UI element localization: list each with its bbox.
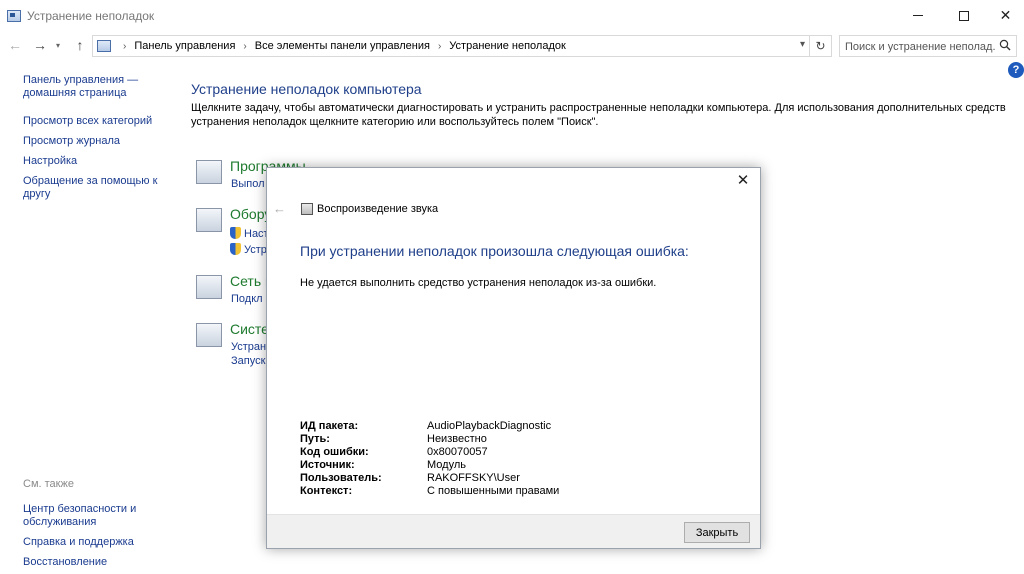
- detail-value: AudioPlaybackDiagnostic: [427, 420, 552, 432]
- breadcrumb-chevron-icon: ›: [123, 40, 127, 52]
- search-box[interactable]: [839, 35, 1017, 57]
- category-name[interactable]: Систе: [230, 321, 269, 337]
- breadcrumb-item-all-items[interactable]: Все элементы панели управления: [255, 40, 430, 52]
- uac-shield-icon: [230, 243, 241, 255]
- detail-row: Контекст: С повышенными правами: [300, 485, 740, 498]
- category-link[interactable]: Подкл: [231, 293, 263, 305]
- sidebar-item-history[interactable]: Просмотр журнала: [23, 135, 173, 148]
- category-link[interactable]: Устран: [231, 341, 266, 353]
- arrow-left-icon: ←: [8, 37, 22, 53]
- detail-key: Путь:: [300, 433, 330, 445]
- address-dropdown-icon[interactable]: ▾: [800, 39, 805, 50]
- close-button[interactable]: Закрыть: [684, 522, 750, 543]
- refresh-button[interactable]: ↻: [809, 36, 831, 56]
- dialog-close-button[interactable]: ✕: [734, 171, 752, 189]
- dialog-heading: При устранении неполадок произошла следу…: [300, 243, 689, 259]
- breadcrumb: › Панель управления › Все элементы панел…: [115, 40, 566, 52]
- detail-value: Неизвестно: [427, 433, 487, 445]
- help-icon: ?: [1012, 64, 1020, 76]
- arrow-up-icon: ↑: [76, 37, 84, 53]
- window-close-button[interactable]: ✕: [987, 0, 1024, 31]
- maximize-button[interactable]: [941, 0, 987, 31]
- help-button[interactable]: ?: [1008, 62, 1024, 78]
- sidebar-item-settings[interactable]: Настройка: [23, 155, 173, 168]
- detail-value: Модуль: [427, 459, 466, 471]
- page-description: Щелкните задачу, чтобы автоматически диа…: [191, 102, 1006, 128]
- detail-key: ИД пакета:: [300, 420, 359, 432]
- see-also: См. также Центр безопасности и обслужива…: [23, 478, 183, 574]
- minimize-icon: [913, 15, 923, 16]
- detail-row: Пользователь: RAKOFFSKY\User: [300, 472, 740, 485]
- category-link[interactable]: Запуск: [231, 355, 265, 367]
- category-link[interactable]: Наст: [230, 227, 269, 240]
- detail-key: Код ошибки:: [300, 446, 369, 458]
- close-icon: ✕: [736, 172, 750, 189]
- category-link[interactable]: Выпол: [231, 178, 265, 190]
- page-title: Устранение неполадок компьютера: [191, 81, 422, 97]
- network-icon: [196, 275, 222, 299]
- control-panel-icon: [7, 10, 21, 22]
- arrow-right-icon: →: [33, 37, 47, 53]
- audio-troubleshooter-icon: [301, 203, 313, 215]
- detail-key: Пользователь:: [300, 472, 382, 484]
- breadcrumb-chevron-icon: ›: [243, 40, 247, 52]
- detail-value: RAKOFFSKY\User: [427, 472, 520, 484]
- error-details: ИД пакета: AudioPlaybackDiagnostic Путь: Н…: [300, 420, 740, 498]
- see-also-recovery[interactable]: Восстановление: [23, 556, 183, 569]
- search-input[interactable]: [845, 39, 995, 54]
- category-link[interactable]: Устр: [230, 243, 267, 256]
- breadcrumb-item-troubleshooting[interactable]: Устранение неполадок: [449, 40, 566, 52]
- up-button[interactable]: ↑: [71, 35, 89, 55]
- dialog-footer: Закрыть: [267, 514, 760, 548]
- breadcrumb-chevron-icon: ›: [437, 40, 442, 52]
- title-bar: Устранение неполадок ✕: [0, 0, 1024, 31]
- dialog-message: Не удается выполнить средство устранения…: [300, 277, 657, 289]
- troubleshooter-dialog: ✕ ← Воспроизведение звука При устранении…: [266, 167, 761, 549]
- detail-row: Путь: Неизвестно: [300, 433, 740, 446]
- window-title: Устранение неполадок: [27, 9, 155, 23]
- sidebar-item-home[interactable]: Панель управления — домашняя страница: [23, 74, 173, 100]
- detail-row: Источник: Модуль: [300, 459, 740, 472]
- dialog-back-button[interactable]: ←: [273, 201, 286, 216]
- hardware-sound-icon: [196, 208, 222, 232]
- back-button[interactable]: ←: [6, 35, 24, 55]
- sidebar-item-get-help[interactable]: Обращение за помощью к другу: [23, 175, 173, 201]
- chevron-down-icon: ▾: [55, 40, 60, 50]
- breadcrumb-item-control-panel[interactable]: Панель управления: [134, 40, 235, 52]
- detail-key: Контекст:: [300, 485, 353, 497]
- navigation-bar: ← → ▾ ↑ › Панель управления › Все элемен…: [0, 31, 1024, 59]
- maximize-icon: [959, 10, 969, 21]
- forward-button[interactable]: →: [31, 35, 49, 55]
- sidebar-item-view-all[interactable]: Просмотр всех категорий: [23, 115, 173, 128]
- refresh-icon: ↻: [815, 39, 826, 53]
- recent-locations-button[interactable]: ▾: [53, 35, 63, 55]
- minimize-button[interactable]: [895, 0, 941, 31]
- sidebar: Панель управления — домашняя страница Пр…: [23, 74, 173, 208]
- control-panel-icon: [97, 40, 111, 52]
- see-also-header: См. также: [23, 478, 74, 490]
- detail-row: ИД пакета: AudioPlaybackDiagnostic: [300, 420, 740, 433]
- system-security-icon: [196, 323, 222, 347]
- close-icon: ✕: [999, 7, 1012, 23]
- detail-value: С повышенными правами: [427, 485, 560, 497]
- see-also-help[interactable]: Справка и поддержка: [23, 536, 183, 549]
- detail-value: 0x80070057: [427, 446, 488, 458]
- search-icon[interactable]: [999, 39, 1011, 51]
- address-bar[interactable]: › Панель управления › Все элементы панел…: [92, 35, 832, 57]
- dialog-app-title: Воспроизведение звука: [317, 203, 439, 215]
- detail-key: Источник:: [300, 459, 355, 471]
- uac-shield-icon: [230, 227, 241, 239]
- see-also-security[interactable]: Центр безопасности и обслуживания: [23, 503, 183, 529]
- detail-row: Код ошибки: 0x80070057: [300, 446, 740, 459]
- programs-icon: [196, 160, 222, 184]
